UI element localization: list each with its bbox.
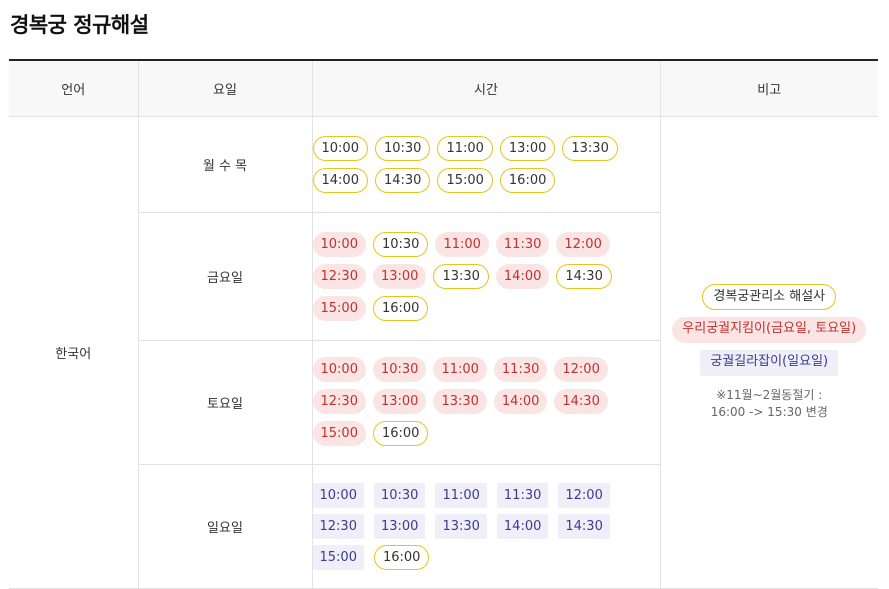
time-slot-chip: 16:00 [499, 168, 556, 193]
time-slot-chip: 13:00 [372, 264, 427, 289]
time-slot-chip: 13:00 [499, 136, 556, 161]
header-time: 시간 [311, 60, 660, 117]
time-slot-chip: 12:30 [312, 388, 366, 414]
times-cell: 10:00 10:30 11:00 13:00 13:30 14:00 14:30 15:00… [311, 116, 660, 213]
time-slot-chip: 11:30 [495, 232, 550, 257]
time-slot-chip: 14:00 [493, 388, 548, 414]
guide-badge-office: 경복궁관리소 해설사 [702, 284, 837, 310]
time-slot-chip: 11:00 [433, 356, 487, 382]
time-slot-chip: 11:30 [496, 482, 549, 508]
time-slot-chip: 14:30 [556, 264, 612, 289]
time-slot-chip: 10:00 [312, 482, 364, 508]
time-slot-chip: 14:30 [374, 168, 431, 193]
times-cell: 10:00 10:30 11:00 11:30 12:00 12:30 13:00 13:30… [311, 212, 660, 341]
time-slot-chip: 14:30 [558, 513, 610, 539]
time-slot-chip: 12:30 [312, 513, 364, 539]
time-slot-chip: 14:00 [496, 513, 549, 539]
time-slot-chip: 11:00 [435, 232, 489, 257]
schedule-table: 언어 요일 시간 비고 한국어 월 수 목 10:00 10:30 11:00 13:… [9, 59, 878, 589]
time-slot-chip: 11:30 [493, 356, 548, 382]
time-slot-chip: 13:30 [562, 136, 618, 161]
time-slot-chip: 16:00 [372, 420, 429, 446]
time-slot-chip: 13:30 [435, 513, 487, 539]
time-slot-chip: 15:00 [437, 168, 493, 193]
time-slot-chip: 12:00 [558, 482, 610, 508]
time-slot-chip: 10:30 [373, 482, 426, 508]
day-cell: 토요일 [137, 340, 312, 465]
time-slot-chip: 10:30 [374, 136, 431, 161]
time-slot-chip: 15:00 [312, 296, 366, 321]
times-cell: 10:00 10:30 11:00 11:30 12:00 12:30 13:00 13:30… [311, 464, 660, 589]
time-slot-chip: 15:00 [312, 420, 366, 446]
winter-notice: ※11월~2월동절기 : 16:00 -> 15:30 변경 [711, 387, 828, 421]
header-row: 언어 요일 시간 비고 [9, 60, 878, 117]
day-cell: 금요일 [137, 212, 312, 341]
time-slot-chip: 16:00 [372, 296, 429, 321]
time-slot-chip: 10:00 [312, 136, 368, 161]
guide-badge-guides: 궁궐길라잡이(일요일) [700, 350, 839, 376]
time-slot-chip: 11:00 [435, 482, 487, 508]
header-note: 비고 [659, 60, 878, 117]
page-title: 경복궁 정규해설 [10, 13, 149, 37]
time-slot-chip: 14:30 [554, 388, 608, 414]
time-slot-chip: 10:30 [372, 232, 429, 257]
winter-notice-line2: 16:00 -> 15:30 변경 [710, 405, 828, 419]
header-day: 요일 [137, 60, 312, 117]
day-cell: 일요일 [137, 464, 312, 589]
time-slot-chip: 10:30 [372, 356, 427, 382]
time-slot-chip: 14:00 [312, 168, 368, 193]
guide-badge-keepers: 우리궁궐지킴이(금요일, 토요일) [672, 317, 867, 343]
header-language: 언어 [9, 60, 138, 117]
time-slot-chip: 10:00 [312, 356, 366, 382]
language-cell: 한국어 [9, 116, 138, 589]
time-slot-chip: 12:00 [556, 232, 610, 257]
time-slot-chip: 13:00 [373, 513, 426, 539]
time-slot-chip: 15:00 [312, 544, 364, 570]
time-slot-chip: 12:30 [312, 264, 366, 289]
time-slot-chip: 13:30 [433, 264, 489, 289]
winter-notice-line1: ※11월~2월동절기 : [716, 388, 823, 402]
table-row: 한국어 월 수 목 10:00 10:30 11:00 13:00 13:30 14:00… [9, 116, 878, 589]
time-slot-chip: 12:00 [554, 356, 608, 382]
time-slot-chip: 10:00 [312, 232, 366, 257]
time-slot-chip: 13:00 [372, 388, 427, 414]
time-slot-chip: 13:30 [433, 388, 487, 414]
times-cell: 10:00 10:30 11:00 11:30 12:00 12:30 13:00 13:30… [311, 340, 660, 465]
day-cell: 월 수 목 [137, 116, 312, 213]
note-cell: 경복궁관리소 해설사 우리궁궐지킴이(금요일, 토요일) 궁궐길라잡이(일요일)… [659, 116, 878, 589]
time-slot-chip: 14:00 [495, 264, 550, 289]
time-slot-chip: 16:00 [373, 544, 430, 570]
time-slot-chip: 11:00 [437, 136, 493, 161]
